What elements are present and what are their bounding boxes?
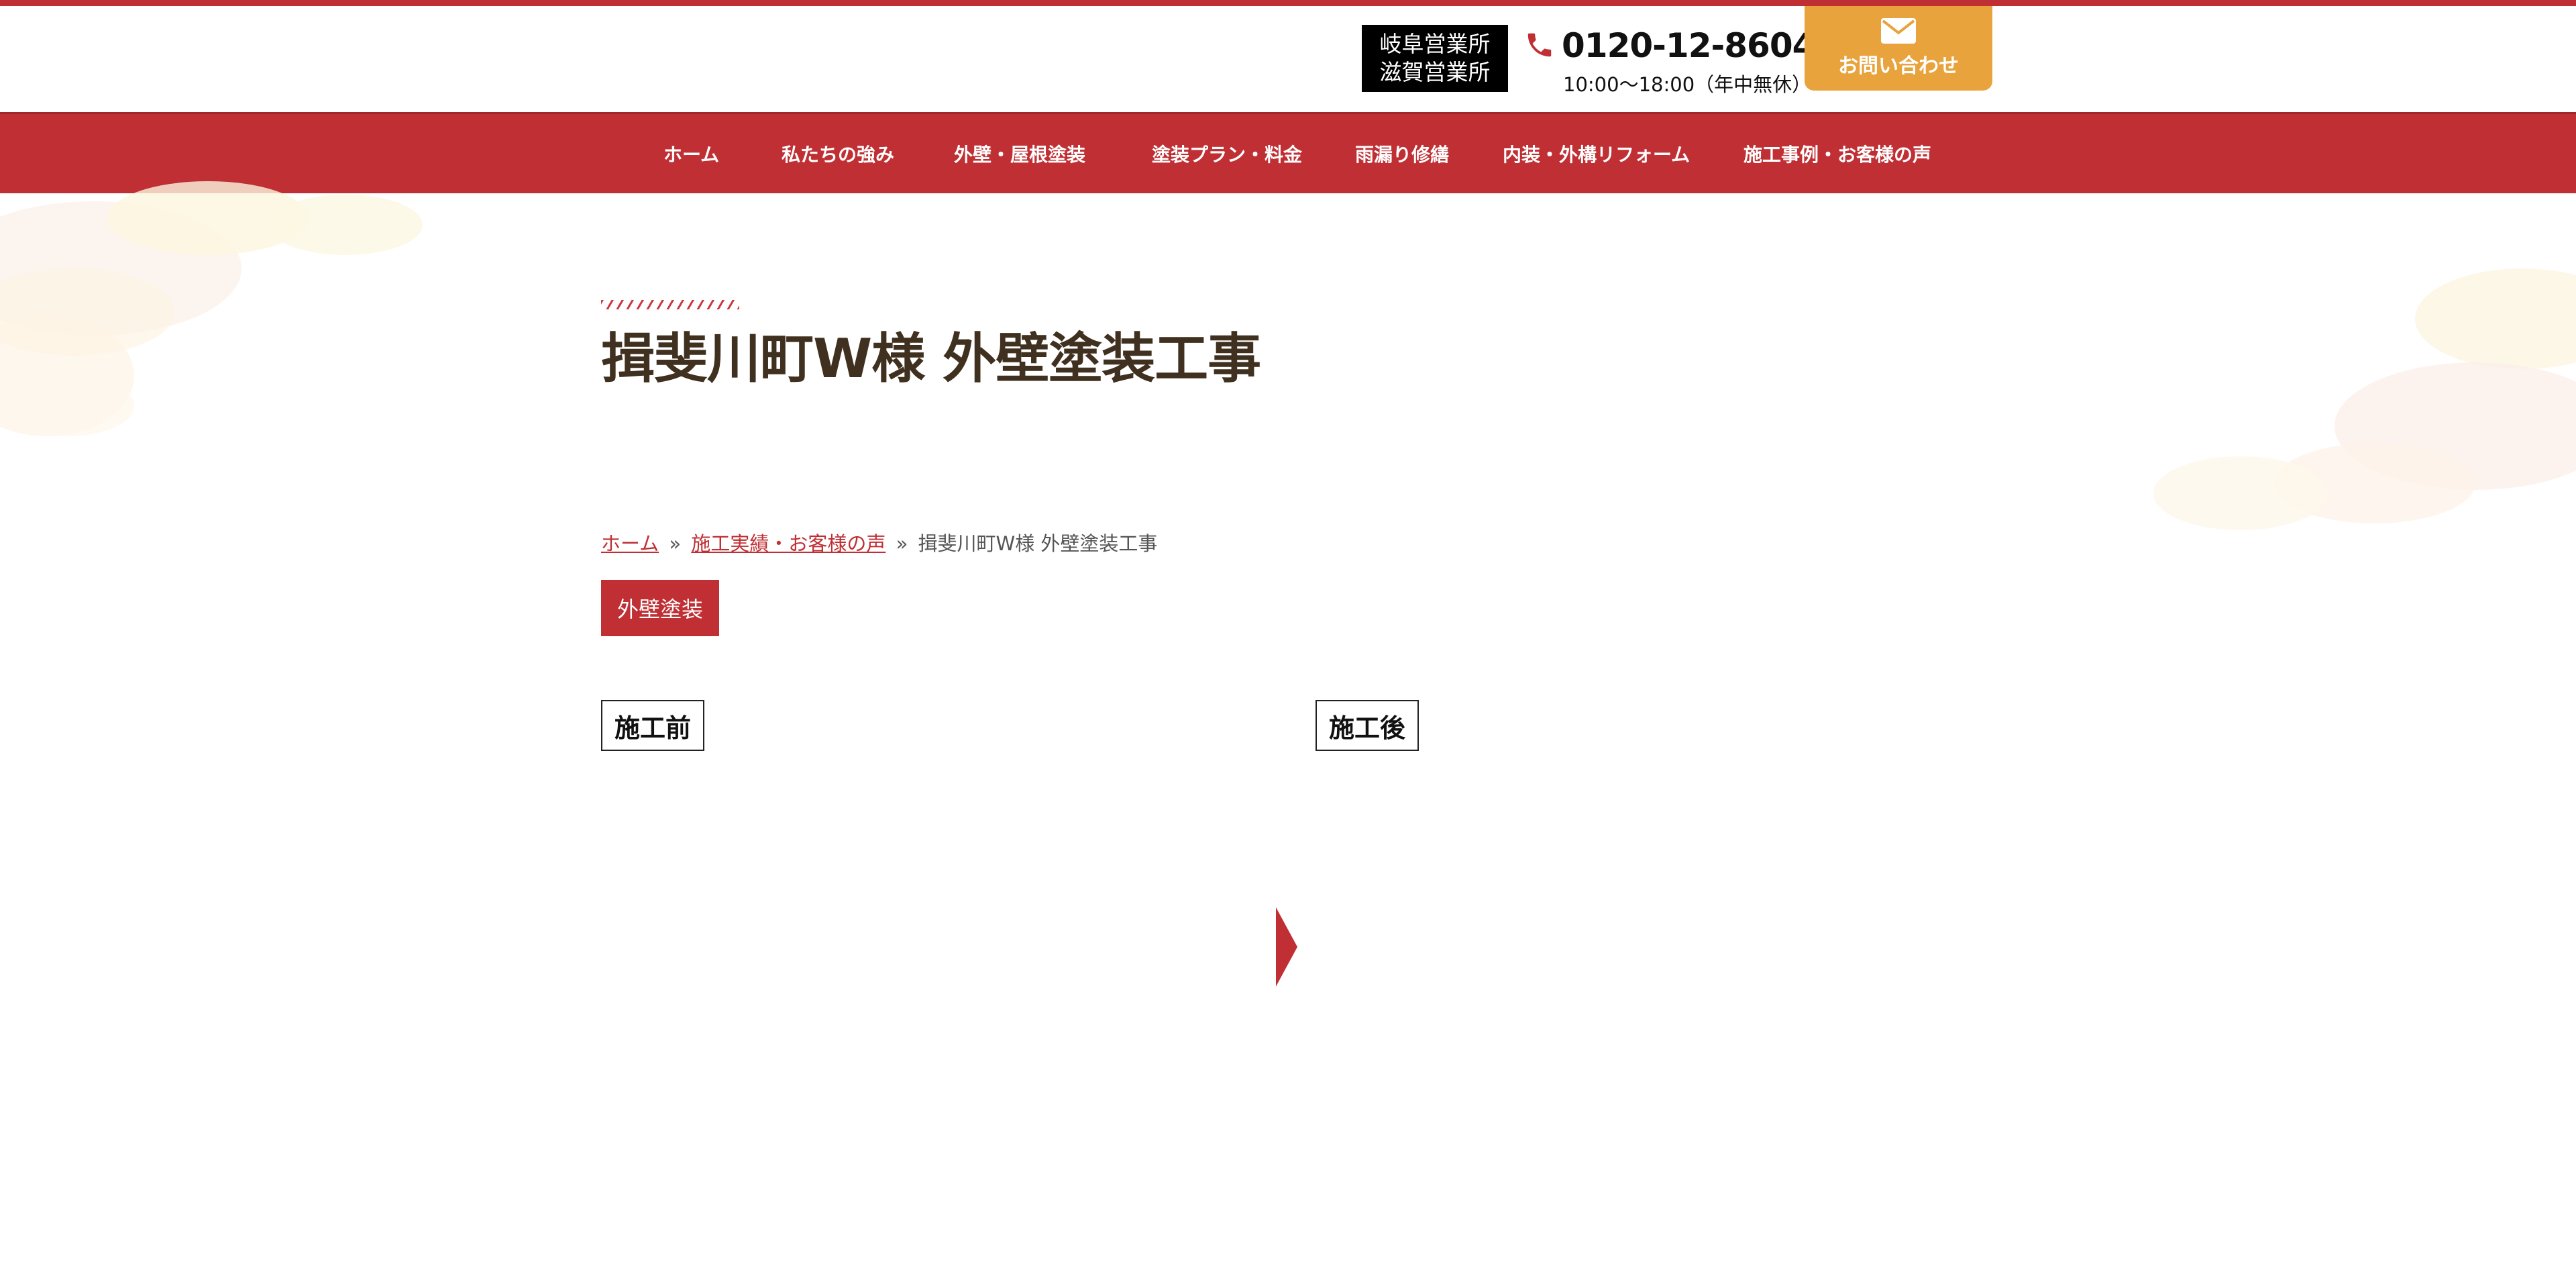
nav-item-leak-repair[interactable]: 雨漏り修繕: [1355, 114, 1449, 195]
nav-item-plans-prices[interactable]: 塗装プラン・料金: [1152, 114, 1302, 195]
office-badge[interactable]: 岐阜営業所 滋賀営業所: [1362, 25, 1508, 92]
phone-hours: 10:00〜18:00（年中無休）: [1563, 73, 1812, 96]
title-decoration-stripes: [601, 300, 739, 309]
phone-number[interactable]: 0120-12-8604: [1562, 26, 1815, 65]
office-gifu: 岐阜営業所: [1379, 31, 1491, 57]
page: 岐阜営業所 滋賀営業所 0120-12-8604 10:00〜18:00（年中無…: [0, 0, 2576, 1263]
page-title: 揖斐川町W様 外壁塗装工事: [601, 327, 1261, 390]
breadcrumb-separator: »: [669, 532, 682, 555]
top-accent-line: [0, 0, 2576, 6]
nav-item-home[interactable]: ホーム: [663, 114, 719, 195]
decor-cloud: [2153, 456, 2328, 530]
breadcrumb-home[interactable]: ホーム: [601, 532, 659, 555]
nav-item-wall-roof-painting[interactable]: 外壁・屋根塗装: [954, 114, 1085, 195]
decor-cloud: [0, 376, 134, 436]
decor-cloud: [2415, 268, 2576, 369]
breadcrumb: ホーム » 施工実績・お客様の声 » 揖斐川町W様 外壁塗装工事: [601, 528, 1157, 556]
mail-icon: [1881, 18, 1916, 44]
phone-icon: [1527, 33, 1552, 57]
breadcrumb-separator: »: [896, 532, 908, 555]
contact-button-label: お問い合わせ: [1838, 54, 1959, 78]
before-label: 施工前: [601, 700, 704, 751]
breadcrumb-current: 揖斐川町W様 外壁塗装工事: [918, 532, 1158, 555]
nav-item-cases-voices[interactable]: 施工事例・お客様の声: [1743, 114, 1931, 195]
category-tag[interactable]: 外壁塗装: [601, 580, 719, 636]
nav-item-reform[interactable]: 内装・外構リフォーム: [1503, 114, 1690, 195]
office-shiga: 滋賀営業所: [1379, 59, 1491, 85]
site-header: 岐阜営業所 滋賀営業所 0120-12-8604 10:00〜18:00（年中無…: [0, 6, 2576, 112]
decor-cloud: [268, 195, 423, 255]
arrow-right-icon: [1276, 907, 1297, 987]
main-nav: ホーム 私たちの強み 外壁・屋根塗装 塗装プラン・料金 雨漏り修繕 内装・外構リ…: [0, 112, 2576, 193]
after-label: 施工後: [1316, 700, 1419, 751]
breadcrumb-section[interactable]: 施工実績・お客様の声: [691, 532, 885, 555]
contact-button[interactable]: お問い合わせ: [1805, 6, 1992, 91]
nav-item-strengths[interactable]: 私たちの強み: [782, 114, 894, 195]
